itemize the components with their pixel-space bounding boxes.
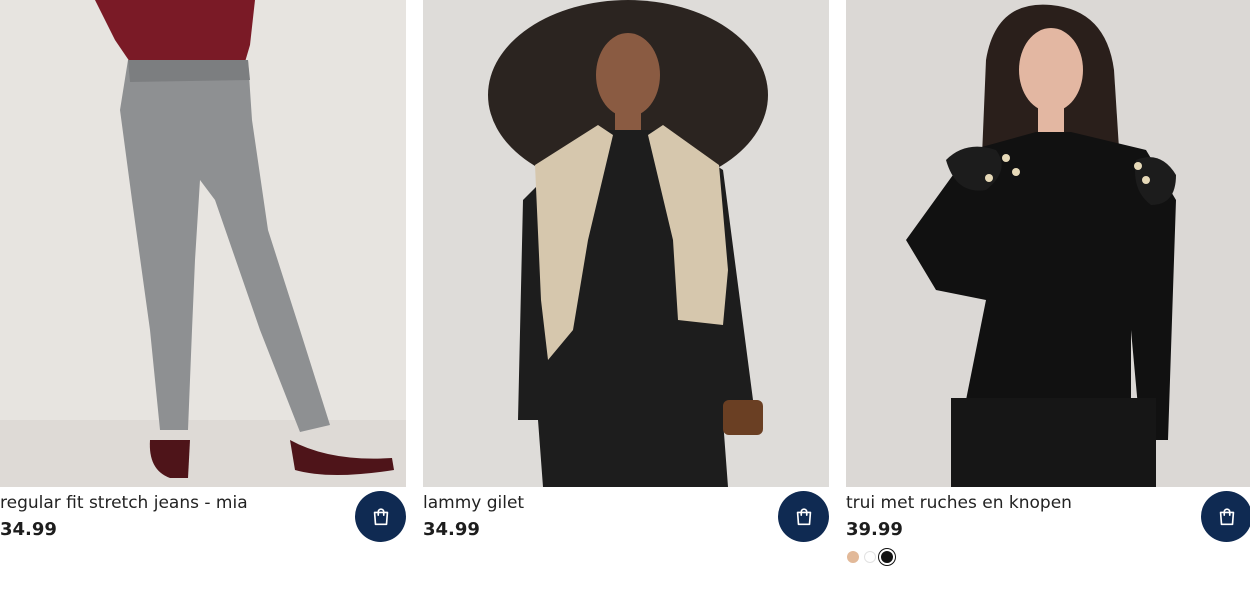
color-swatch-beige[interactable] [847, 551, 859, 563]
shopping-bag-icon [1219, 507, 1234, 525]
product-card[interactable]: regular fit stretch jeans - mia 34.99 [0, 0, 406, 607]
product-card[interactable]: trui met ruches en knopen 39.99 [846, 0, 1250, 607]
color-swatch-black[interactable] [881, 551, 893, 563]
product-image[interactable] [846, 0, 1250, 487]
product-name[interactable]: trui met ruches en knopen [846, 492, 1072, 514]
product-image[interactable] [423, 0, 829, 487]
color-swatches [847, 551, 893, 563]
shopping-bag-icon [373, 507, 388, 525]
product-name[interactable]: lammy gilet [423, 492, 524, 514]
color-swatch-white[interactable] [864, 551, 876, 563]
product-image[interactable] [0, 0, 406, 487]
product-price: 34.99 [423, 519, 480, 540]
add-to-cart-button[interactable] [1201, 491, 1250, 542]
product-info: regular fit stretch jeans - mia 34.99 [0, 487, 406, 607]
shopping-bag-icon [796, 507, 811, 525]
product-info: trui met ruches en knopen 39.99 [846, 487, 1250, 607]
product-grid: regular fit stretch jeans - mia 34.99 la… [0, 0, 1250, 607]
add-to-cart-button[interactable] [778, 491, 829, 542]
product-name[interactable]: regular fit stretch jeans - mia [0, 492, 248, 514]
product-price: 39.99 [846, 519, 903, 540]
product-price: 34.99 [0, 519, 57, 540]
product-info: lammy gilet 34.99 [423, 487, 829, 607]
add-to-cart-button[interactable] [355, 491, 406, 542]
product-card[interactable]: lammy gilet 34.99 [423, 0, 829, 607]
